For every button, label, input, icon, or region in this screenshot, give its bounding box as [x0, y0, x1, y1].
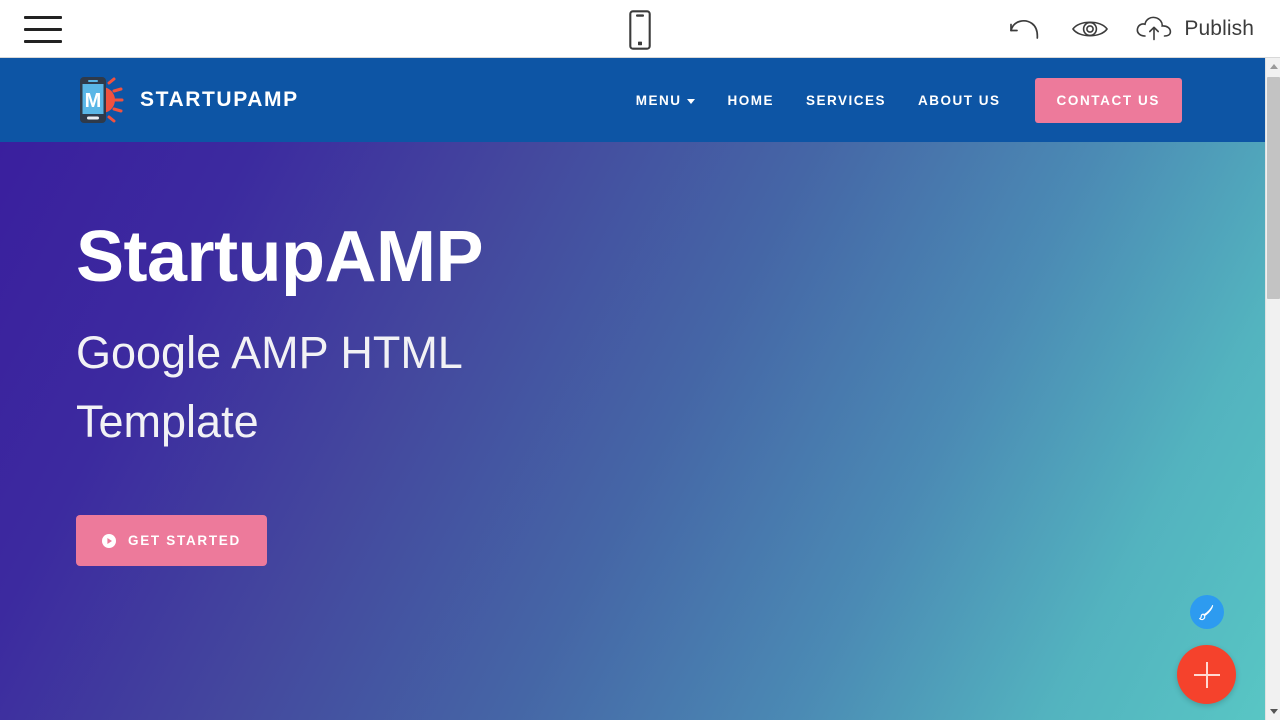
- brand-logo-link[interactable]: M STARTUPAMP: [76, 75, 299, 125]
- page-canvas: M STARTUPAMP MENU HOME SERVICES ABOUT US…: [0, 58, 1265, 720]
- hamburger-bar: [24, 16, 62, 19]
- editor-toolbar-actions: Publish: [1002, 0, 1258, 58]
- nav-link-home-label: HOME: [727, 92, 774, 108]
- nav-link-about-us[interactable]: ABOUT US: [902, 93, 1017, 108]
- eye-preview-icon[interactable]: [1068, 7, 1112, 51]
- hamburger-bar: [24, 28, 62, 31]
- nav-link-services-label: SERVICES: [805, 92, 886, 108]
- mobile-phone-sunburst-logo: M: [76, 75, 124, 125]
- contact-us-button[interactable]: CONTACT US: [1034, 77, 1182, 123]
- logo-glyph: M: [80, 77, 124, 123]
- undo-arrow-glyph: [1010, 20, 1039, 39]
- nav-link-menu[interactable]: MENU: [620, 93, 712, 108]
- brand-name: STARTUPAMP: [140, 88, 299, 111]
- nav-link-home[interactable]: HOME: [711, 93, 790, 108]
- mobile-device-glyph: [629, 10, 651, 50]
- play-circle-icon: [102, 533, 116, 548]
- eye-preview-glyph: [1072, 21, 1109, 37]
- get-started-label: GET STARTED: [128, 533, 241, 549]
- add-block-button[interactable]: [1177, 645, 1236, 704]
- undo-arrow-icon[interactable]: [1002, 7, 1046, 51]
- publish-button[interactable]: Publish: [1134, 14, 1258, 44]
- scroll-down-button[interactable]: [1266, 703, 1280, 720]
- site-navbar: M STARTUPAMP MENU HOME SERVICES ABOUT US…: [0, 58, 1265, 142]
- hero-section: StartupAMP Google AMP HTML Template GET …: [0, 142, 1265, 720]
- floating-action-buttons: [1177, 595, 1236, 704]
- nav-link-about-us-label: ABOUT US: [918, 92, 1001, 108]
- scroll-up-button[interactable]: [1266, 58, 1280, 75]
- hero-subtitle: Google AMP HTML Template: [76, 326, 462, 448]
- get-started-button[interactable]: GET STARTED: [76, 515, 267, 567]
- nav-link-services[interactable]: SERVICES: [790, 93, 902, 108]
- nav-link-menu-label: MENU: [635, 92, 682, 108]
- hamburger-menu-icon[interactable]: [24, 16, 62, 43]
- scrollbar-thumb[interactable]: [1267, 77, 1280, 299]
- page-title: StartupAMP: [76, 217, 484, 297]
- paintbrush-glyph: [1199, 604, 1214, 620]
- plus-vertical-bar: [1205, 661, 1208, 688]
- paintbrush-icon[interactable]: [1189, 595, 1224, 629]
- triangle-up-icon: [1269, 64, 1278, 69]
- triangle-down-icon: [1269, 709, 1278, 714]
- cloud-upload-icon: [1137, 16, 1172, 41]
- mobile-device-icon[interactable]: [619, 8, 661, 52]
- publish-label: Publish: [1184, 17, 1254, 40]
- site-nav: MENU HOME SERVICES ABOUT US CONTACT US: [620, 77, 1265, 123]
- canvas-scrollbar[interactable]: [1265, 58, 1280, 720]
- chevron-down-icon: [687, 98, 696, 104]
- svg-text:M: M: [85, 90, 102, 112]
- hero-content: StartupAMP Google AMP HTML Template GET …: [76, 217, 776, 567]
- editor-toolbar: Publish: [0, 0, 1280, 58]
- plus-icon: [1193, 661, 1220, 688]
- hamburger-bar: [24, 40, 62, 43]
